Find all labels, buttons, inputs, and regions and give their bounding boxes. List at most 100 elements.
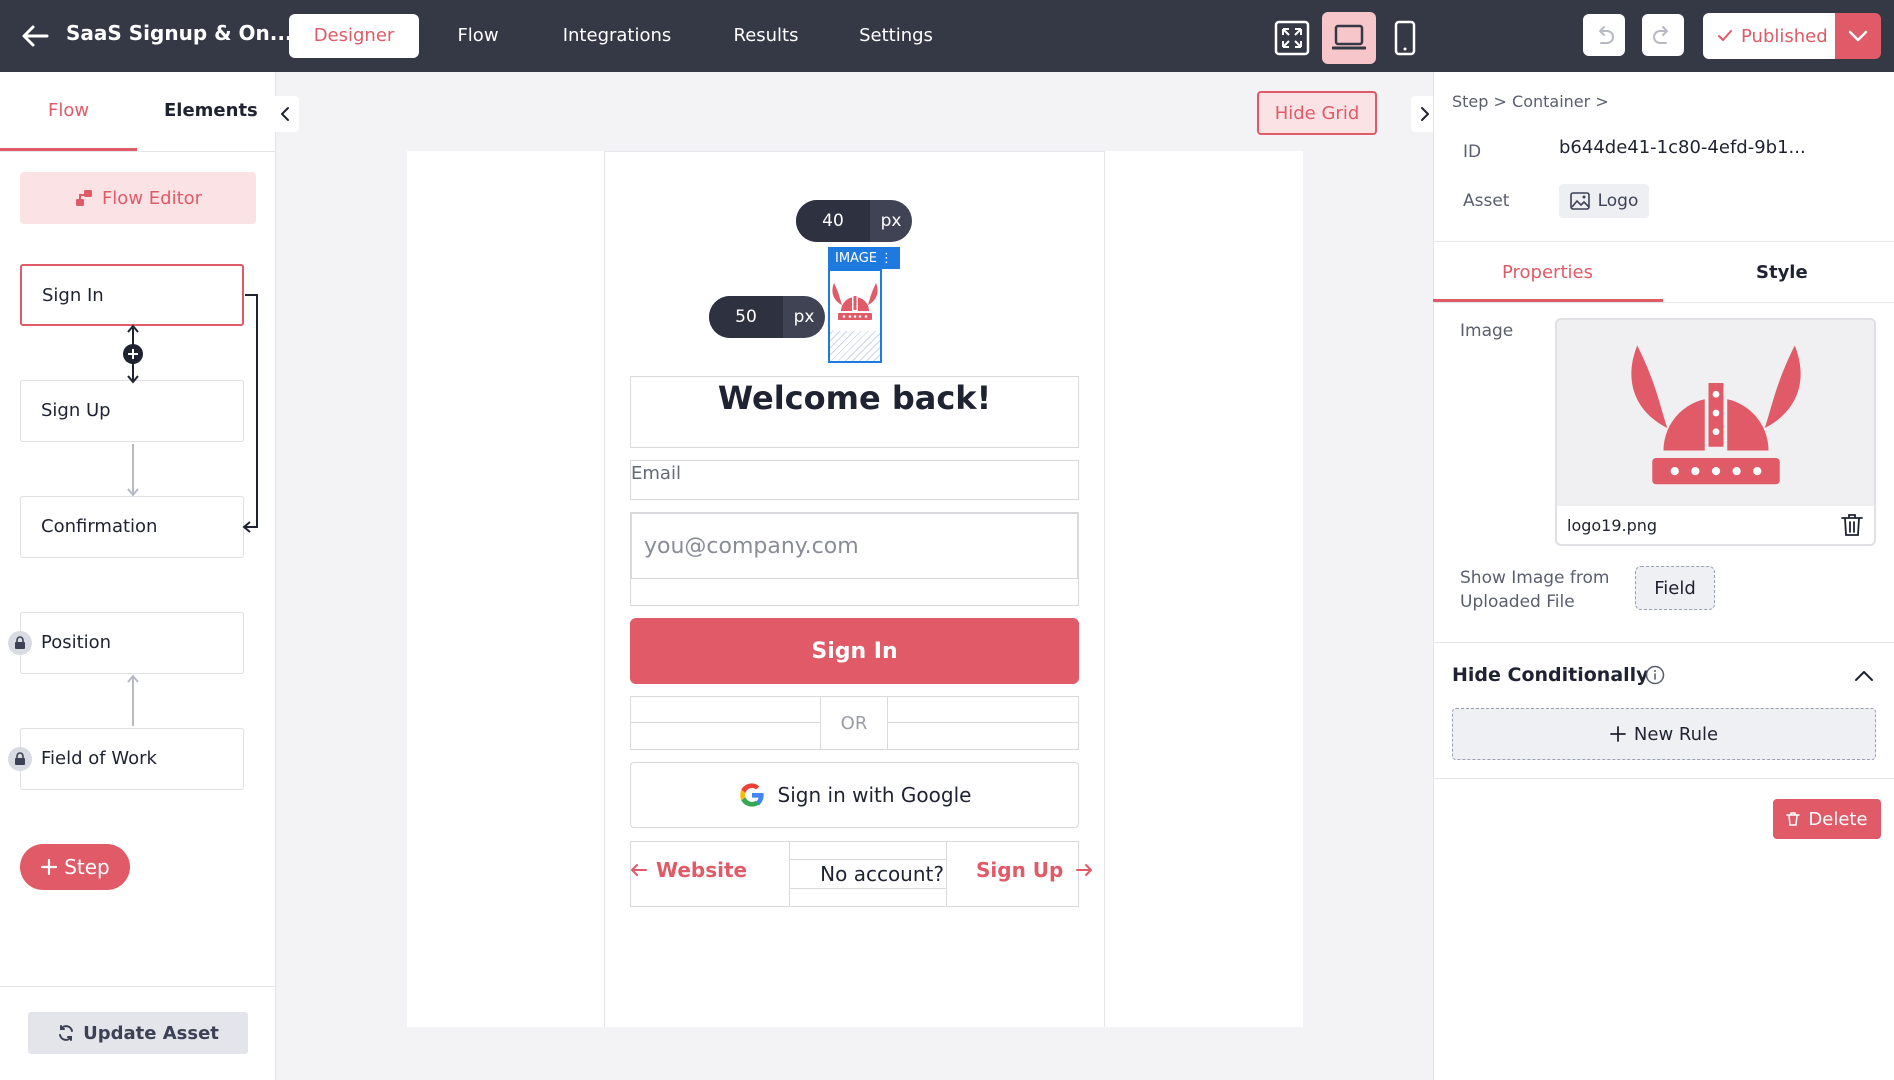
asset-label: Asset <box>1463 191 1510 211</box>
trash-icon <box>1786 812 1801 826</box>
fullscreen-icon[interactable] <box>1265 12 1319 64</box>
image-tag-label: IMAGE <box>834 250 877 266</box>
delete-label: Delete <box>1808 808 1868 830</box>
width-value[interactable]: 50 <box>709 296 783 338</box>
refresh-icon <box>59 1025 74 1041</box>
tabs-divider <box>1433 302 1894 303</box>
trash-icon <box>1841 514 1863 536</box>
more-options-icon[interactable]: ⋮ <box>880 251 893 266</box>
breadcrumb-container[interactable]: Container <box>1512 92 1590 111</box>
lock-icon <box>8 631 32 655</box>
tab-designer[interactable]: Designer <box>289 14 419 58</box>
right-tab-indicator <box>1433 299 1663 302</box>
left-tab-flow[interactable]: Flow <box>48 100 89 121</box>
chevron-right-icon <box>1421 107 1429 121</box>
flow-editor-label: Flow Editor <box>101 187 203 209</box>
breadcrumb-separator: > <box>1493 92 1513 111</box>
flow-editor-icon <box>75 190 92 206</box>
check-icon <box>1718 30 1732 41</box>
no-account-text: No account? <box>790 859 946 889</box>
image-label: Image <box>1460 321 1514 341</box>
show-image-label-line-2: Uploaded File <box>1460 592 1575 612</box>
plus-icon <box>1610 726 1626 742</box>
image-filename: logo19.png <box>1567 516 1658 535</box>
publish-dropdown-button[interactable] <box>1835 13 1881 59</box>
google-icon <box>739 783 764 807</box>
asset-chip[interactable]: Logo <box>1559 184 1649 218</box>
width-px-control[interactable]: 50 px <box>709 296 825 338</box>
sign-in-with-google-button[interactable]: Sign in with Google <box>630 762 1079 828</box>
asset-value: Logo <box>1597 191 1639 211</box>
back-arrow-icon[interactable] <box>20 22 50 50</box>
add-step-button[interactable]: Step <box>20 844 130 890</box>
flow-editor-button[interactable]: Flow Editor <box>20 172 256 224</box>
google-button-label: Sign in with Google <box>777 783 972 807</box>
desktop-icon[interactable] <box>1322 12 1376 64</box>
hide-conditionally-title: Hide Conditionally <box>1452 664 1649 686</box>
left-bottom-divider <box>0 986 276 987</box>
tab-style[interactable]: Style <box>1756 262 1808 283</box>
viking-helmet-logo <box>832 283 878 320</box>
breadcrumb-separator: > <box>1595 92 1609 111</box>
left-tab-elements[interactable]: Elements <box>164 100 258 121</box>
info-icon[interactable] <box>1645 665 1665 685</box>
update-asset-label: Update Asset <box>83 1022 219 1044</box>
chevron-left-icon <box>281 107 289 121</box>
or-line-left <box>631 722 820 723</box>
id-value: b644de41-1c80-4efd-9b1... <box>1559 137 1806 158</box>
no-account-container: No account? <box>789 841 947 907</box>
width-unit: px <box>793 307 815 327</box>
image-icon <box>1569 192 1590 210</box>
show-image-label: Show Image from Uploaded File <box>1460 566 1609 614</box>
email-input[interactable]: you@company.com <box>631 513 1078 579</box>
or-line-right <box>888 722 1078 723</box>
hide-grid-button[interactable]: Hide Grid <box>1257 91 1377 135</box>
image-element-tag[interactable]: IMAGE ⋮ <box>828 247 900 269</box>
mobile-icon[interactable] <box>1378 12 1432 64</box>
breadcrumb-step[interactable]: Step <box>1452 92 1488 111</box>
tab-settings[interactable]: Settings <box>850 14 942 58</box>
tab-flow[interactable]: Flow <box>444 14 512 58</box>
image-preview[interactable]: logo19.png <box>1555 318 1876 546</box>
sign-in-button[interactable]: Sign In <box>630 618 1079 684</box>
left-tabs-divider <box>0 151 276 152</box>
arrow-right-icon <box>1076 864 1093 876</box>
id-label: ID <box>1463 142 1482 162</box>
chevron-up-icon[interactable] <box>1854 668 1874 682</box>
show-image-label-line-1: Show Image from <box>1460 568 1610 588</box>
redo-button[interactable] <box>1642 14 1684 56</box>
email-label[interactable]: Email <box>630 460 1079 500</box>
height-unit: px <box>880 211 902 231</box>
selected-image-element[interactable] <box>828 269 882 363</box>
chevron-down-icon <box>1848 30 1868 42</box>
delete-button[interactable]: Delete <box>1773 799 1881 839</box>
email-field-container: you@company.com <box>630 512 1079 606</box>
lock-icon <box>8 747 32 771</box>
height-px-control[interactable]: 40 px <box>796 200 912 242</box>
tab-integrations[interactable]: Integrations <box>552 14 682 58</box>
breadcrumb: Step > Container > <box>1452 92 1609 111</box>
app-title: SaaS Signup & On... <box>66 21 293 45</box>
field-button[interactable]: Field <box>1635 566 1715 610</box>
left-tab-indicator <box>0 148 137 151</box>
welcome-heading[interactable]: Welcome back! <box>630 376 1079 448</box>
collapse-left-panel-button[interactable] <box>271 96 299 132</box>
update-asset-button[interactable]: Update Asset <box>28 1012 248 1054</box>
image-container <box>830 271 880 331</box>
remove-image-button[interactable] <box>1840 512 1864 538</box>
plus-icon <box>41 858 58 876</box>
height-value[interactable]: 40 <box>796 200 870 242</box>
website-link[interactable]: Website <box>630 858 747 882</box>
sign-up-link-label: Sign Up <box>976 858 1064 882</box>
new-rule-label: New Rule <box>1633 723 1719 745</box>
undo-button[interactable] <box>1583 14 1625 56</box>
add-step-label: Step <box>64 855 110 879</box>
sign-up-link[interactable]: Sign Up <box>976 858 1093 882</box>
flow-connectors <box>123 294 258 726</box>
section-divider <box>1433 642 1894 643</box>
section-divider <box>1433 241 1894 242</box>
tab-properties[interactable]: Properties <box>1502 262 1593 283</box>
new-rule-button[interactable]: New Rule <box>1452 708 1876 760</box>
tab-results[interactable]: Results <box>724 14 808 58</box>
published-button[interactable]: Published <box>1703 13 1835 59</box>
